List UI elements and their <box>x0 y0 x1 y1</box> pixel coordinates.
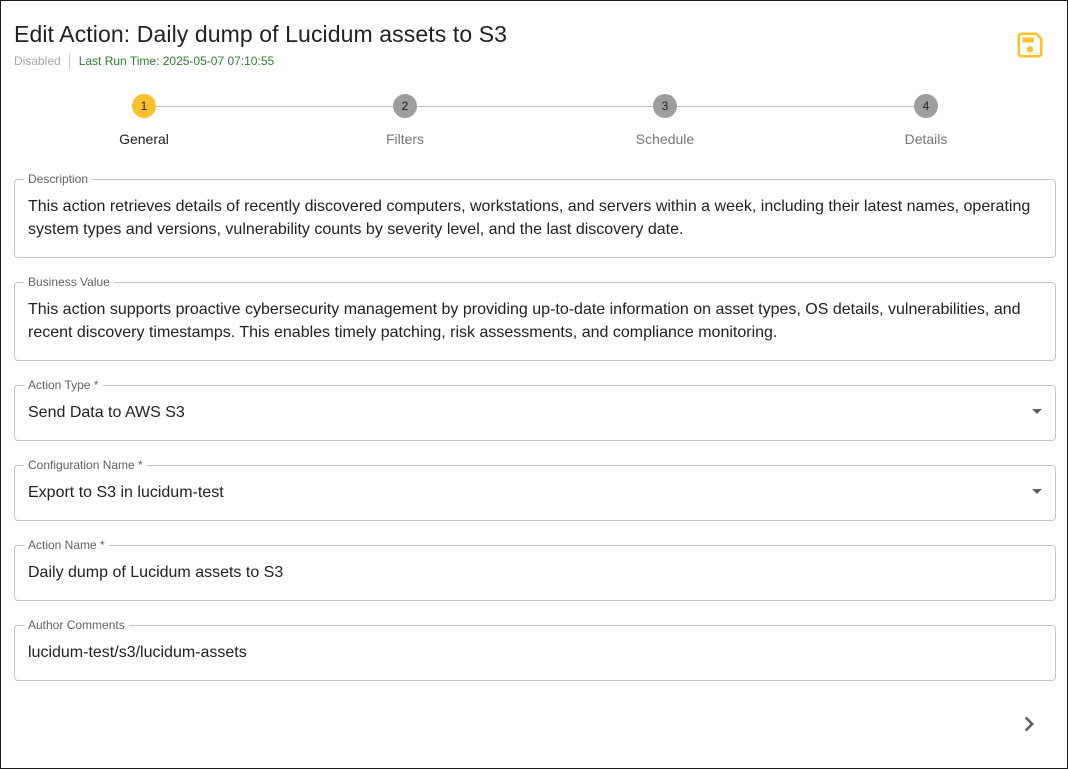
step-label: Details <box>904 131 948 147</box>
status-badge: Disabled <box>14 53 70 69</box>
step-number: 2 <box>393 94 417 118</box>
action-name-input[interactable]: Daily dump of Lucidum assets to S3 <box>28 561 1042 584</box>
configuration-name-select[interactable]: Configuration Name * Export to S3 in luc… <box>14 458 1056 521</box>
description-field[interactable]: Description This action retrieves detail… <box>14 172 1056 258</box>
step-number: 3 <box>653 94 677 118</box>
dropdown-arrow-icon[interactable] <box>1032 489 1042 494</box>
action-name-field[interactable]: Action Name * Daily dump of Lucidum asse… <box>14 538 1056 601</box>
action-name-label: Action Name * <box>24 538 109 553</box>
edit-action-panel: Edit Action: Daily dump of Lucidum asset… <box>0 0 1068 769</box>
step-details[interactable]: 4 Details <box>866 94 986 147</box>
next-step-button[interactable] <box>1015 710 1043 738</box>
step-general[interactable]: 1 General <box>84 94 204 147</box>
business-value-text[interactable]: This action supports proactive cybersecu… <box>28 298 1042 344</box>
step-label: Schedule <box>635 131 695 147</box>
business-value-label: Business Value <box>24 275 114 290</box>
save-icon <box>1017 32 1043 58</box>
save-button[interactable] <box>1013 28 1047 62</box>
configuration-name-label: Configuration Name * <box>24 458 147 473</box>
author-comments-input[interactable]: lucidum-test/s3/lucidum-assets <box>28 641 1042 664</box>
description-text[interactable]: This action retrieves details of recentl… <box>28 195 1042 241</box>
action-type-value[interactable]: Send Data to AWS S3 <box>28 401 1042 424</box>
action-type-label: Action Type * <box>24 378 103 393</box>
step-label: General <box>119 131 169 147</box>
step-label: Filters <box>385 131 425 147</box>
step-number: 1 <box>132 94 156 118</box>
page-title: Edit Action: Daily dump of Lucidum asset… <box>14 21 508 47</box>
stepper: 1 General 2 Filters 3 Schedule 4 Details <box>1 94 1068 156</box>
action-meta: Disabled Last Run Time: 2025-05-07 07:10… <box>14 53 274 69</box>
last-run-time: Last Run Time: 2025-05-07 07:10:55 <box>78 54 275 68</box>
description-label: Description <box>24 172 93 187</box>
step-number: 4 <box>914 94 938 118</box>
chevron-right-icon <box>1024 716 1035 732</box>
business-value-field[interactable]: Business Value This action supports proa… <box>14 275 1056 361</box>
step-schedule[interactable]: 3 Schedule <box>605 94 725 147</box>
author-comments-field[interactable]: Author Comments lucidum-test/s3/lucidum-… <box>14 618 1056 681</box>
step-filters[interactable]: 2 Filters <box>345 94 465 147</box>
configuration-name-value[interactable]: Export to S3 in lucidum-test <box>28 481 1042 504</box>
author-comments-label: Author Comments <box>24 618 129 633</box>
dropdown-arrow-icon[interactable] <box>1032 409 1042 414</box>
action-type-select[interactable]: Action Type * Send Data to AWS S3 <box>14 378 1056 441</box>
